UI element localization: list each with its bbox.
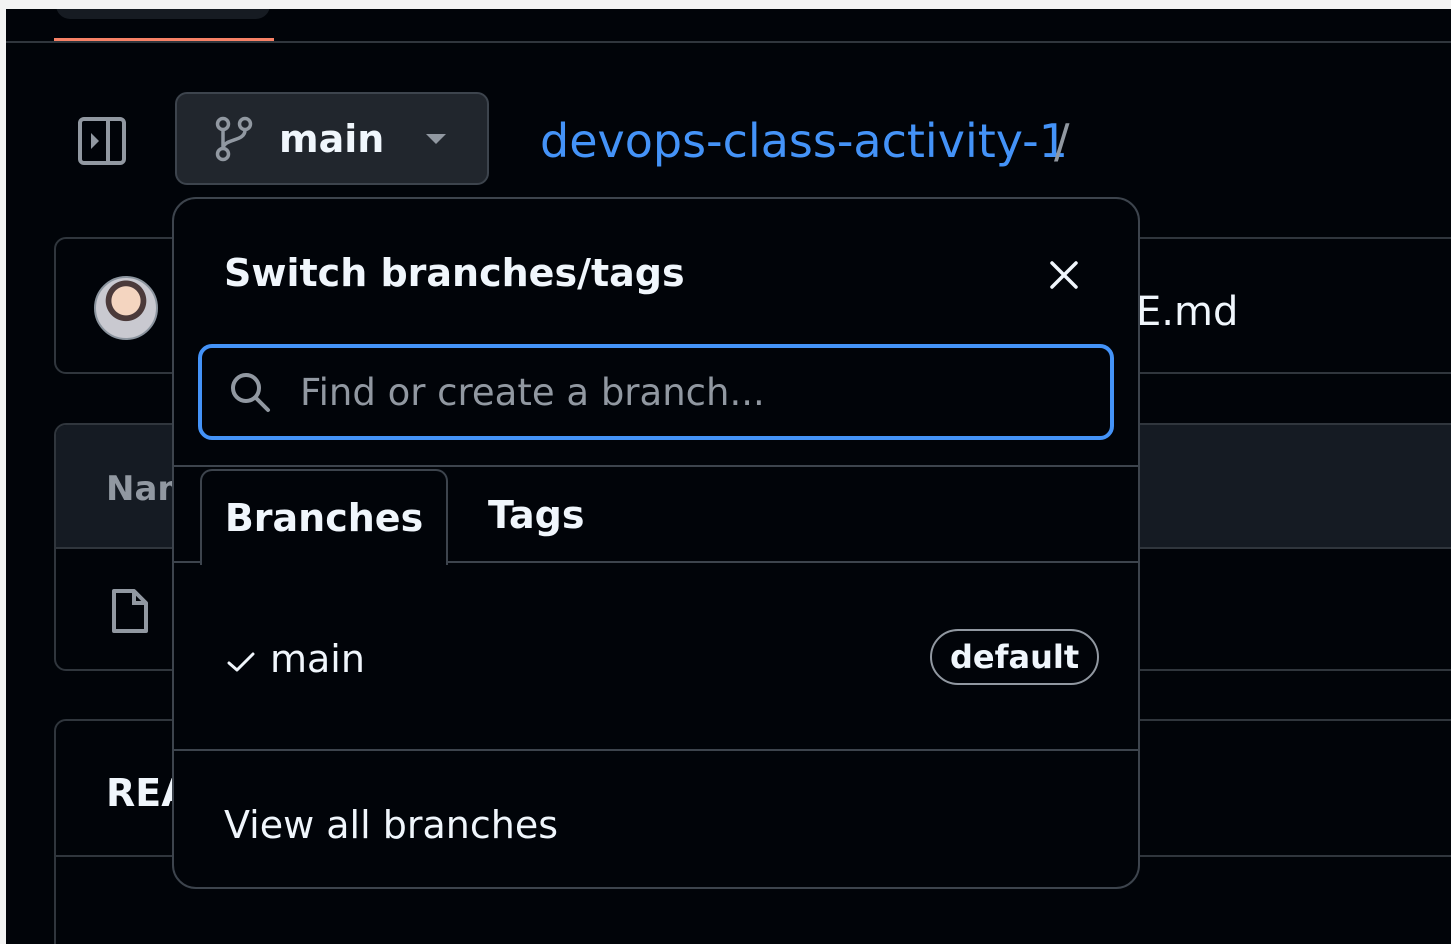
close-icon bbox=[1050, 261, 1078, 289]
check-icon bbox=[227, 652, 255, 672]
branch-tag-tabs: Branches Tags bbox=[174, 465, 1138, 565]
search-icon bbox=[231, 373, 270, 412]
sidebar-toggle-button[interactable] bbox=[78, 117, 126, 165]
file-icon bbox=[112, 589, 148, 633]
footer-divider bbox=[174, 749, 1138, 751]
branch-search-input[interactable] bbox=[298, 361, 1110, 423]
git-branch-icon bbox=[215, 116, 253, 161]
branch-switcher-overlay: Switch branches/tags Branches Tags main … bbox=[172, 197, 1140, 889]
top-nav-tab[interactable] bbox=[56, 9, 270, 19]
branch-search-box[interactable] bbox=[198, 344, 1114, 440]
branch-item-label: main bbox=[270, 637, 365, 681]
repo-page: main devops-class-activity-1 / E.md Nam … bbox=[6, 9, 1451, 944]
repo-name-link[interactable]: devops-class-activity-1 bbox=[540, 114, 1068, 168]
branch-select-button[interactable]: main bbox=[175, 92, 489, 185]
readme-file-crumb[interactable]: E.md bbox=[1136, 289, 1238, 335]
close-button[interactable] bbox=[1042, 253, 1086, 297]
view-all-branches-link[interactable]: View all branches bbox=[224, 803, 558, 847]
overlay-title: Switch branches/tags bbox=[224, 251, 685, 295]
header-divider bbox=[6, 41, 1451, 43]
avatar[interactable] bbox=[94, 276, 158, 340]
tab-tags[interactable]: Tags bbox=[488, 467, 584, 563]
default-badge: default bbox=[930, 629, 1100, 685]
branch-button-label: main bbox=[279, 116, 385, 161]
branch-item-main[interactable]: main default bbox=[174, 599, 1138, 719]
sidebar-toggle-icon bbox=[78, 117, 126, 165]
tab-branches[interactable]: Branches bbox=[200, 469, 448, 565]
path-separator: / bbox=[1054, 114, 1070, 168]
caret-down-icon bbox=[426, 133, 447, 144]
